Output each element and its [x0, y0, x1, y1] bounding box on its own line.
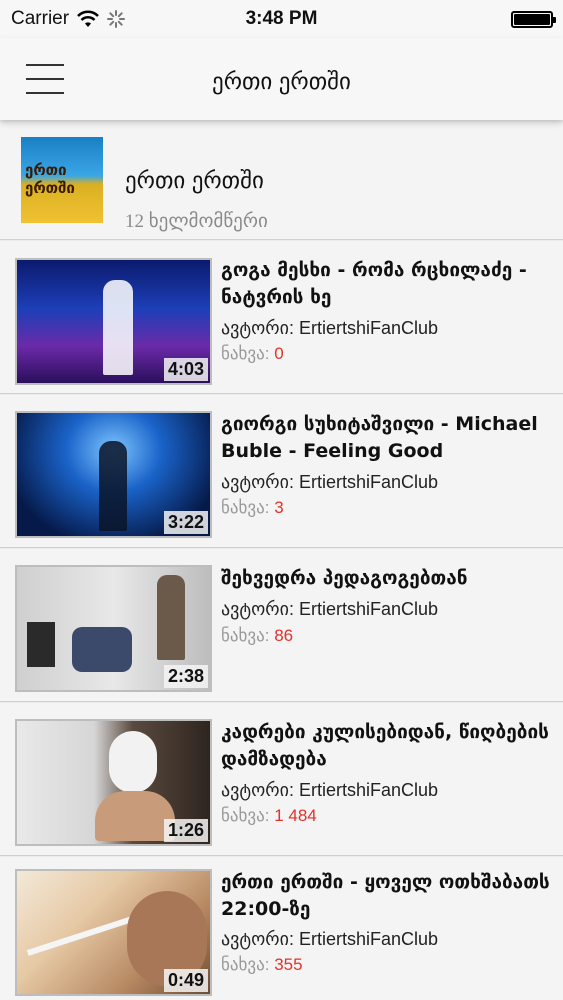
- author-name: ErtiertshiFanClub: [298, 780, 439, 800]
- views-count: 3: [274, 498, 284, 517]
- channel-logo: ერთი ერთში: [21, 137, 103, 223]
- author-name: ErtiertshiFanClub: [298, 599, 439, 619]
- video-views: ნახვა: 86: [221, 626, 293, 646]
- video-list-item[interactable]: 4:03 გოგა მესხი - რომა რცხილაძე - ნატვრი…: [0, 241, 563, 394]
- video-views: ნახვა: 355: [221, 955, 303, 975]
- channel-header[interactable]: ერთი ერთში ერთი ერთში 12 ხელმომწერი: [0, 122, 563, 240]
- video-list-item[interactable]: 3:22 გიორგი სუხიტაშვილი - Michael Buble …: [0, 395, 563, 548]
- status-bar: Carrier 3:48 PM: [0, 0, 563, 38]
- video-duration: 0:49: [163, 969, 208, 992]
- author-label: ავტორი:: [221, 472, 294, 492]
- views-label: ნახვა:: [221, 955, 270, 974]
- channel-logo-text: ერთი ერთში: [25, 161, 75, 197]
- video-author: ავტორი: ErtiertshiFanClub: [221, 472, 438, 493]
- video-thumbnail[interactable]: 3:22: [15, 411, 212, 538]
- channel-subscriber-count: 12 ხელმომწერი: [125, 211, 268, 232]
- views-count: 86: [274, 626, 294, 645]
- views-count: 355: [274, 955, 303, 974]
- video-title[interactable]: ერთი ერთში - ყოველ ოთხშაბათს 22:00-ზე: [221, 869, 551, 923]
- views-count: 1 484: [274, 806, 317, 825]
- status-time: 3:48 PM: [245, 8, 318, 29]
- views-label: ნახვა:: [221, 806, 270, 825]
- video-thumbnail[interactable]: 1:26: [15, 719, 212, 846]
- views-label: ნახვა:: [221, 626, 270, 645]
- video-thumbnail[interactable]: 4:03: [15, 258, 212, 385]
- video-duration: 4:03: [163, 358, 208, 381]
- nav-bar: ერთი ერთში: [0, 38, 563, 120]
- video-author: ავტორი: ErtiertshiFanClub: [221, 929, 438, 950]
- video-list-item[interactable]: 2:38 შეხვედრა პედაგოგებთან ავტორი: Ertie…: [0, 549, 563, 702]
- video-thumbnail[interactable]: 2:38: [15, 565, 212, 692]
- author-name: ErtiertshiFanClub: [298, 472, 439, 492]
- video-author: ავტორი: ErtiertshiFanClub: [221, 780, 438, 801]
- author-label: ავტორი:: [221, 599, 294, 619]
- author-label: ავტორი:: [221, 318, 294, 338]
- video-duration: 2:38: [163, 665, 208, 688]
- author-label: ავტორი:: [221, 929, 294, 949]
- video-list-item[interactable]: 0:49 ერთი ერთში - ყოველ ოთხშაბათს 22:00-…: [0, 857, 563, 1000]
- views-label: ნახვა:: [221, 498, 270, 517]
- video-thumbnail[interactable]: 0:49: [15, 869, 212, 996]
- video-duration: 1:26: [163, 819, 208, 842]
- video-list-item[interactable]: 1:26 კადრები კულისებიდან, წიღბების დამზა…: [0, 703, 563, 856]
- battery-icon: [511, 11, 556, 28]
- author-name: ErtiertshiFanClub: [298, 318, 439, 338]
- video-title[interactable]: გიორგი სუხიტაშვილი - Michael Buble - Fee…: [221, 411, 551, 465]
- video-views: ნახვა: 0: [221, 344, 284, 364]
- video-title[interactable]: კადრები კულისებიდან, წიღბების დამზადება: [221, 719, 551, 773]
- video-views: ნახვა: 3: [221, 498, 284, 518]
- video-title[interactable]: შეხვედრა პედაგოგებთან: [221, 565, 551, 592]
- author-name: ErtiertshiFanClub: [298, 929, 439, 949]
- video-title[interactable]: გოგა მესხი - რომა რცხილაძე - ნატვრის ხე: [221, 257, 551, 311]
- channel-title: ერთი ერთში: [125, 167, 264, 193]
- video-duration: 3:22: [163, 511, 208, 534]
- video-author: ავტორი: ErtiertshiFanClub: [221, 599, 438, 620]
- views-label: ნახვა:: [221, 344, 270, 363]
- author-label: ავტორი:: [221, 780, 294, 800]
- nav-title: ერთი ერთში: [212, 68, 351, 94]
- video-author: ავტორი: ErtiertshiFanClub: [221, 318, 438, 339]
- views-count: 0: [274, 344, 284, 363]
- video-views: ნახვა: 1 484: [221, 806, 317, 826]
